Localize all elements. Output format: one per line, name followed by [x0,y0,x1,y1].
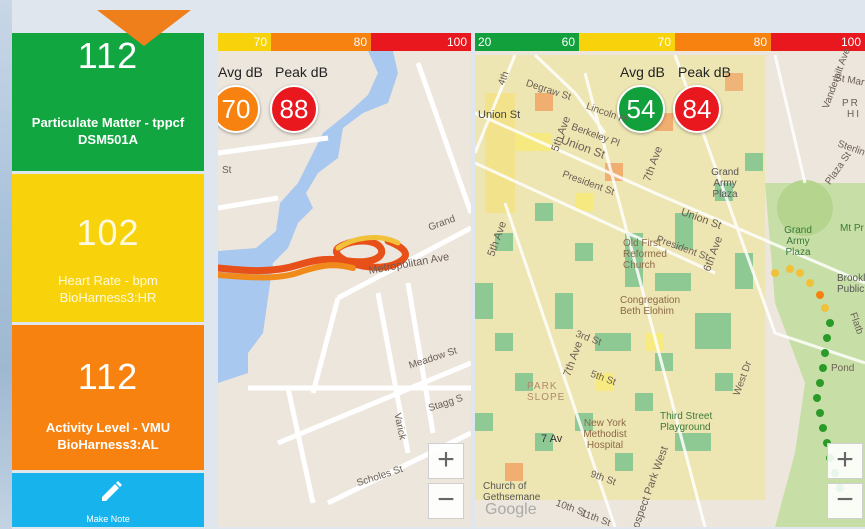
sensor-label: Heart Rate - bpm BioHarness3:HR [12,272,204,306]
make-note-button[interactable]: Make Note [12,473,204,527]
poi-label: Grand Army Plaza [784,225,812,258]
zoom-out-button[interactable]: − [827,483,863,519]
map-right-canvas [475,33,865,527]
poi-label: Congregation Beth Elohim [620,295,681,317]
station-label: 7 Av [541,433,563,445]
map-right[interactable]: 20 60 70 80 100 Avg dB Peak dB 54 84 Uni… [475,33,865,527]
street-label: Pond [831,363,855,374]
area-label: PR [842,98,860,109]
peak-db-badge: 88 [270,85,318,133]
peak-db-label: Peak dB [678,64,731,80]
sensor-value: 102 [76,212,140,253]
pencil-icon [102,481,122,501]
sensor-tile-activity[interactable]: 112 Activity Level - VMU BioHarness3:AL [12,325,204,470]
zoom-out-button[interactable]: − [428,483,464,519]
area-label: HI [847,109,861,120]
street-label: St [222,165,232,176]
make-note-label: Make Note [86,514,130,524]
avg-db-label: Avg dB [218,64,263,80]
sensor-label-line2: DSM501A [78,132,138,147]
db-scale-right: 20 60 70 80 100 [475,33,865,51]
poi-label: New York Methodist Hospital [583,418,627,451]
sensor-label-line1: Particulate Matter - tppcf [31,115,185,130]
db-scale-left: 70 80 100 [218,33,471,51]
scale-step: 80 [271,33,371,51]
sensor-tile-heart-rate[interactable]: 102 Heart Rate - bpm BioHarness3:HR [12,174,204,322]
zoom-in-button[interactable]: + [827,443,863,479]
peak-db-badge: 84 [673,85,721,133]
sensor-value: 112 [77,356,139,397]
sensor-tile-particulate[interactable]: 112 Particulate Matter - tppcf DSM501A [12,33,204,171]
scale-step: 70 [218,33,271,51]
sensor-label: Particulate Matter - tppcf DSM501A [12,114,204,148]
poi-label: Brookl Public [837,273,865,295]
scale-step: 70 [579,33,675,51]
poi-label: Old First Reformed Church [623,238,667,271]
sensor-label-line2: BioHarness3:AL [57,437,159,452]
peak-db-label: Peak dB [275,64,328,80]
poi-label: Church of Gethsemane [483,481,541,503]
selection-pointer-icon [97,10,191,46]
sensor-label-line1: Heart Rate - bpm [58,273,158,288]
scale-step: 100 [771,33,865,51]
scale-step: 80 [675,33,771,51]
zoom-in-button[interactable]: + [428,443,464,479]
scale-step: 20 [475,33,503,51]
background-strip [0,0,12,529]
google-logo: Google [485,501,537,518]
avg-db-label: Avg dB [620,64,665,80]
scale-step: 60 [503,33,579,51]
sensor-panel: 112 Particulate Matter - tppcf DSM501A 1… [12,33,204,527]
sensor-label-line1: Activity Level - VMU [45,420,171,435]
scale-step: 100 [371,33,471,51]
area-label: PARK SLOPE [527,381,566,403]
sensor-label-line2: BioHarness3:HR [59,290,157,305]
poi-label: Mt Pr [840,223,864,234]
poi-label: Third Street Playground [660,411,713,433]
poi-label: Grand Army Plaza [711,167,739,200]
sensor-label: Activity Level - VMU BioHarness3:AL [12,419,204,453]
map-left[interactable]: 70 80 100 Avg dB Peak dB 70 88 St Grand … [218,33,471,527]
station-label: Union St [478,109,521,121]
